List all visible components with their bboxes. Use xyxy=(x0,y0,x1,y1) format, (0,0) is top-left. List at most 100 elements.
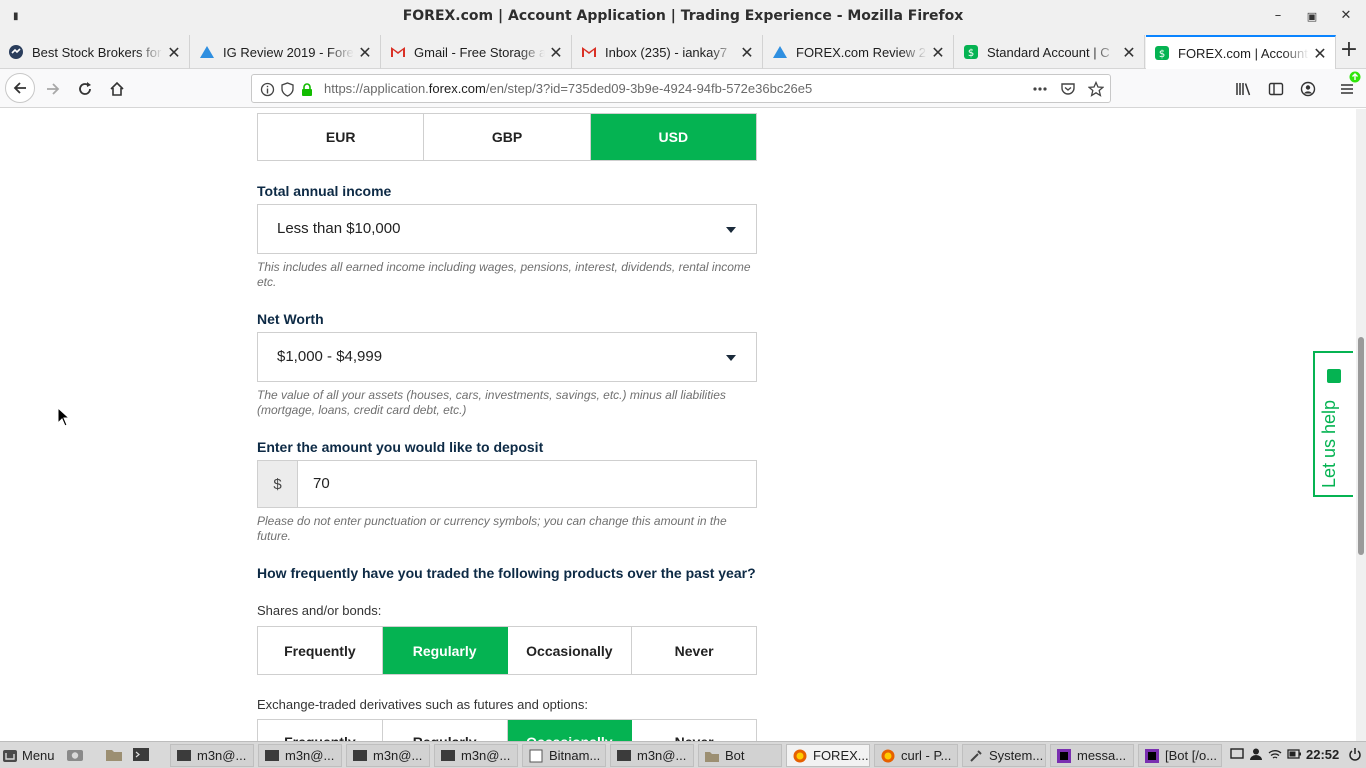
triangle-icon xyxy=(772,44,788,60)
tracking-shield-icon[interactable] xyxy=(279,81,295,97)
reload-button[interactable] xyxy=(71,75,99,103)
tab-forex-review[interactable]: FOREX.com Review 20 ✕ xyxy=(764,35,954,69)
taskbar-item-terminal-2[interactable]: m3n@... xyxy=(258,744,342,767)
wifi-tray-icon[interactable] xyxy=(1268,747,1282,761)
deposit-input-value[interactable]: 70 xyxy=(313,475,330,492)
broker-icon xyxy=(8,44,24,60)
income-hint: This includes all earned income includin… xyxy=(257,260,751,289)
minimize-icon[interactable]: – xyxy=(1270,8,1286,26)
currency-option-usd[interactable]: USD xyxy=(590,114,756,160)
maximize-icon[interactable]: ▣ xyxy=(1304,10,1320,28)
svg-text:$: $ xyxy=(1159,49,1165,60)
taskbar-item-terminal-3[interactable]: m3n@... xyxy=(346,744,430,767)
display-tray-icon[interactable] xyxy=(1230,747,1244,761)
hamburger-menu-icon xyxy=(1341,84,1353,94)
close-icon[interactable]: ✕ xyxy=(354,43,376,62)
tab-gmail[interactable]: Gmail - Free Storage a ✕ xyxy=(382,35,572,69)
forex-icon: $ xyxy=(963,44,979,60)
forward-button[interactable] xyxy=(39,75,67,103)
triangle-icon xyxy=(199,44,215,60)
page-scrollbar[interactable] xyxy=(1356,109,1366,741)
taskbar-item-phpstorm-bot[interactable]: [Bot [/o... xyxy=(1138,744,1222,767)
gmail-icon xyxy=(581,44,597,60)
library-button[interactable] xyxy=(1230,75,1258,103)
tab-inbox[interactable]: Inbox (235) - iankay7 ✕ xyxy=(573,35,763,69)
currency-option-eur[interactable]: EUR xyxy=(258,114,425,160)
derivatives-option-never[interactable]: Never xyxy=(632,720,756,741)
chevron-down-icon xyxy=(726,227,736,233)
deposit-field[interactable]: $ 70 xyxy=(257,460,757,508)
back-arrow-icon xyxy=(13,82,26,94)
tab-best-stock-brokers[interactable]: Best Stock Brokers for ✕ xyxy=(0,35,190,69)
forex-icon: $ xyxy=(1154,45,1170,61)
terminal-icon xyxy=(353,749,367,761)
taskbar-item-phpstorm-messages[interactable]: messa... xyxy=(1050,744,1134,767)
battery-tray-icon[interactable] xyxy=(1287,747,1301,761)
taskbar-item-terminal-1[interactable]: m3n@... xyxy=(170,744,254,767)
screenshot-tool-icon[interactable] xyxy=(66,746,84,764)
scrollbar-thumb[interactable] xyxy=(1358,337,1364,555)
close-icon[interactable]: ✕ xyxy=(1118,43,1140,62)
networth-select-value: $1,000 - $4,999 xyxy=(277,348,383,365)
reload-icon xyxy=(79,82,91,95)
tab-forex-account-active[interactable]: $ FOREX.com | Account ✕ xyxy=(1146,35,1336,69)
pocket-icon[interactable] xyxy=(1060,81,1076,97)
tab-strip: Best Stock Brokers for ✕ IG Review 2019 … xyxy=(0,35,1366,69)
tab-standard-account[interactable]: $ Standard Account | C ✕ xyxy=(955,35,1145,69)
main-menu-button[interactable] xyxy=(1333,71,1361,103)
url-bar[interactable]: https://application.forex.com/en/step/3?… xyxy=(251,74,1111,103)
close-icon[interactable]: ✕ xyxy=(545,43,567,62)
home-icon xyxy=(110,81,124,96)
page-actions-icon[interactable] xyxy=(1032,81,1048,97)
folder-icon xyxy=(705,751,719,762)
taskbar-item-system[interactable]: System... xyxy=(962,744,1046,767)
close-icon[interactable]: ✕ xyxy=(927,43,949,62)
derivatives-option-occasionally[interactable]: Occasionally xyxy=(507,720,633,741)
account-icon xyxy=(1300,81,1316,97)
tab-ig-review[interactable]: IG Review 2019 - Fore ✕ xyxy=(191,35,381,69)
navigation-toolbar: https://application.forex.com/en/step/3?… xyxy=(0,69,1366,108)
currency-option-gbp[interactable]: GBP xyxy=(424,114,591,160)
shares-option-occasionally[interactable]: Occasionally xyxy=(508,627,633,674)
start-menu-button[interactable]: Menu xyxy=(2,745,55,766)
taskbar-item-firefox-curl[interactable]: curl - P... xyxy=(874,744,958,767)
window-titlebar: ▮ FOREX.com | Account Application | Trad… xyxy=(0,0,1366,35)
account-button[interactable] xyxy=(1294,75,1322,103)
shares-option-frequently[interactable]: Frequently xyxy=(258,627,383,674)
home-button[interactable] xyxy=(103,75,131,103)
new-tab-button[interactable]: + xyxy=(1336,37,1362,62)
taskbar-item-terminal-5[interactable]: m3n@... xyxy=(610,744,694,767)
terminal-launcher-icon[interactable] xyxy=(132,746,150,764)
sidebar-button[interactable] xyxy=(1262,75,1290,103)
close-icon[interactable]: ✕ xyxy=(1309,44,1331,63)
back-button[interactable] xyxy=(5,73,35,103)
bookmark-star-icon[interactable] xyxy=(1088,81,1104,97)
shares-option-never[interactable]: Never xyxy=(632,627,756,674)
derivatives-option-frequently[interactable]: Frequently xyxy=(258,720,383,741)
income-select[interactable]: Less than $10,000 xyxy=(257,204,757,254)
library-icon xyxy=(1236,83,1251,96)
taskbar-item-firefox-forex[interactable]: FOREX... xyxy=(786,744,870,767)
taskbar-item-terminal-4[interactable]: m3n@... xyxy=(434,744,518,767)
taskbar-item-bot-folder[interactable]: Bot xyxy=(698,744,782,767)
power-tray-icon[interactable] xyxy=(1348,747,1362,761)
files-folder-icon[interactable] xyxy=(105,746,123,764)
derivatives-option-regularly[interactable]: Regularly xyxy=(383,720,508,741)
gmail-icon xyxy=(390,44,406,60)
close-icon[interactable]: ✕ xyxy=(163,43,185,62)
clock[interactable]: 22:52 xyxy=(1306,747,1339,762)
shares-label: Shares and/or bonds: xyxy=(257,603,382,618)
page-content: EUR GBP USD Total annual income Less tha… xyxy=(0,109,1356,741)
networth-select[interactable]: $1,000 - $4,999 xyxy=(257,332,757,382)
shares-option-regularly[interactable]: Regularly xyxy=(382,627,508,674)
close-window-icon[interactable]: ✕ xyxy=(1338,8,1354,26)
close-icon[interactable]: ✕ xyxy=(736,43,758,62)
taskbar-item-bitnami[interactable]: Bitnam... xyxy=(522,744,606,767)
terminal-icon xyxy=(177,749,191,761)
let-us-help-tab[interactable]: Let us help xyxy=(1313,351,1353,497)
lock-icon[interactable] xyxy=(299,81,315,97)
user-tray-icon[interactable] xyxy=(1249,747,1263,761)
chat-icon xyxy=(1327,369,1341,383)
info-icon[interactable] xyxy=(259,81,275,97)
deposit-currency-addon: $ xyxy=(258,461,298,507)
